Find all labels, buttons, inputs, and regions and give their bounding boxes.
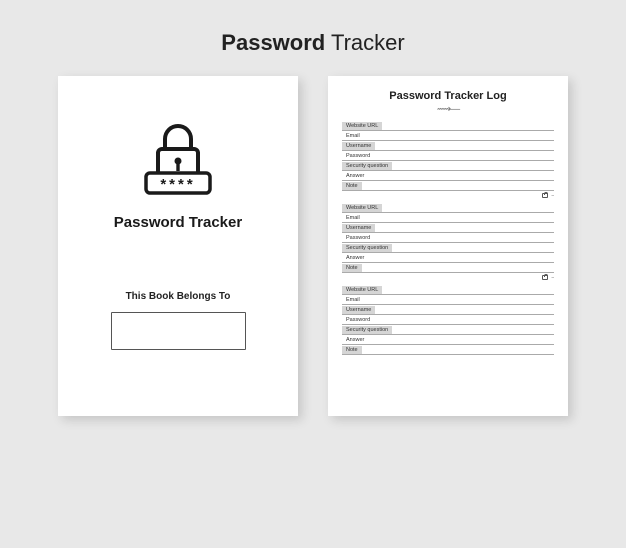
field-row: Website URL xyxy=(342,121,554,131)
field-label: Password xyxy=(342,316,374,324)
field-row: Username xyxy=(342,141,554,151)
lock-icon xyxy=(542,193,548,198)
field-label: Password xyxy=(342,152,374,160)
field-row: Email xyxy=(342,131,554,141)
field-label: Email xyxy=(342,132,364,140)
field-row: Note xyxy=(342,345,554,355)
entry-footer: ⎯ xyxy=(342,273,554,282)
field-label: Answer xyxy=(342,336,368,344)
title-light: Tracker xyxy=(325,30,404,55)
field-label: Note xyxy=(342,346,362,354)
field-label: Email xyxy=(342,296,364,304)
svg-text:****: **** xyxy=(160,176,195,193)
field-row: Password xyxy=(342,233,554,243)
field-label: Note xyxy=(342,182,362,190)
cover-title: Password Tracker xyxy=(114,214,242,231)
field-row: Username xyxy=(342,223,554,233)
cover-page: **** Password Tracker This Book Belongs … xyxy=(58,76,298,416)
field-row: Answer xyxy=(342,171,554,181)
field-row: Password xyxy=(342,315,554,325)
field-row: Security question xyxy=(342,243,554,253)
field-row: Note xyxy=(342,181,554,191)
field-row: Website URL xyxy=(342,203,554,213)
field-label: Website URL xyxy=(342,204,382,212)
belongs-to-label: This Book Belongs To xyxy=(126,291,231,302)
field-row: Answer xyxy=(342,335,554,345)
lock-icon xyxy=(542,275,548,280)
field-label: Answer xyxy=(342,172,368,180)
field-label: Answer xyxy=(342,254,368,262)
owner-name-box xyxy=(111,312,246,350)
log-title: Password Tracker Log xyxy=(389,90,506,102)
log-entry: Website URL Email Username Password Security… xyxy=(342,285,554,355)
decorative-swirl: ⟿— xyxy=(437,104,459,115)
field-label: Security question xyxy=(342,244,392,252)
field-row: Email xyxy=(342,213,554,223)
field-label: Security question xyxy=(342,162,392,170)
field-row: Security question xyxy=(342,161,554,171)
footer-divider: ⎯ xyxy=(551,193,554,199)
pages-container: **** Password Tracker This Book Belongs … xyxy=(58,76,568,416)
field-label: Security question xyxy=(342,326,392,334)
field-label: Password xyxy=(342,234,374,242)
log-page: Password Tracker Log ⟿— Website URL Email… xyxy=(328,76,568,416)
field-row: Username xyxy=(342,305,554,315)
field-label: Username xyxy=(342,142,375,150)
field-row: Answer xyxy=(342,253,554,263)
field-label: Website URL xyxy=(342,122,382,130)
field-label: Website URL xyxy=(342,286,382,294)
field-label: Username xyxy=(342,306,375,314)
log-entry: Website URL Email Username Password Security… xyxy=(342,203,554,282)
field-row: Website URL xyxy=(342,285,554,295)
field-row: Password xyxy=(342,151,554,161)
entry-footer: ⎯ xyxy=(342,191,554,200)
padlock-password-icon: **** xyxy=(133,116,223,206)
footer-divider: ⎯ xyxy=(551,275,554,281)
field-row: Note xyxy=(342,263,554,273)
field-label: Note xyxy=(342,264,362,272)
page-title: Password Tracker xyxy=(221,30,404,56)
field-row: Email xyxy=(342,295,554,305)
entries-container: Website URL Email Username Password Security… xyxy=(342,121,554,358)
title-bold: Password xyxy=(221,30,325,55)
log-entry: Website URL Email Username Password Security… xyxy=(342,121,554,200)
field-label: Email xyxy=(342,214,364,222)
field-row: Security question xyxy=(342,325,554,335)
field-label: Username xyxy=(342,224,375,232)
